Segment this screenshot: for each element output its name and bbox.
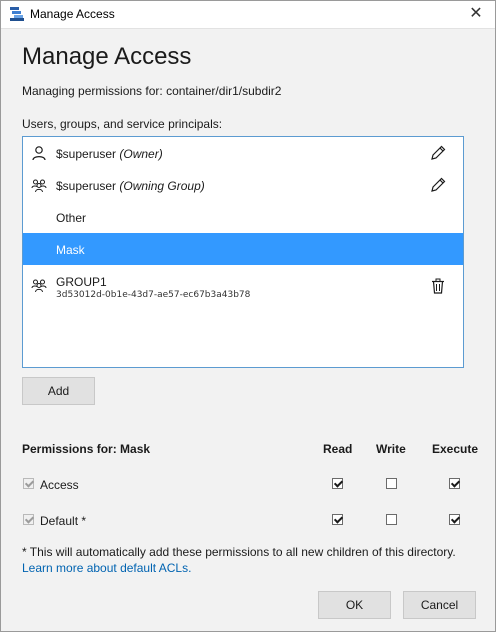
access-execute-checkbox[interactable] — [449, 478, 460, 489]
group-icon — [31, 279, 47, 293]
page-title: Manage Access — [22, 43, 192, 70]
column-write-header: Write — [376, 442, 406, 456]
access-write-checkbox[interactable] — [386, 478, 397, 489]
principals-list[interactable]: $superuser (Owner) $superuser (Owning Gr… — [22, 136, 464, 368]
principal-row-superuser-owning-group[interactable]: $superuser (Owning Group) — [23, 169, 463, 201]
principal-name: $superuser — [56, 179, 117, 193]
manage-access-dialog: Manage Access ✕ Manage Access Managing p… — [0, 0, 496, 632]
managing-path-text: Managing permissions for: container/dir1… — [22, 84, 282, 98]
storage-explorer-icon — [10, 7, 24, 21]
default-read-checkbox[interactable] — [332, 514, 343, 525]
principal-name: GROUP1 — [56, 275, 107, 289]
access-enable-checkbox[interactable] — [23, 478, 34, 489]
access-read-checkbox[interactable] — [332, 478, 343, 489]
default-write-checkbox[interactable] — [386, 514, 397, 525]
user-icon — [32, 146, 46, 161]
close-button[interactable]: ✕ — [465, 4, 487, 24]
principal-row-mask[interactable]: Mask — [23, 233, 463, 265]
default-enable-checkbox[interactable] — [23, 514, 34, 525]
default-label: Default * — [40, 514, 87, 528]
group-icon — [31, 179, 47, 193]
principal-row-superuser-owner[interactable]: $superuser (Owner) — [23, 137, 463, 169]
principal-id: 3d53012d-0b1e-43d7-ae57-ec67b3a43b78 — [56, 290, 251, 300]
principal-label: $superuser (Owning Group) — [56, 179, 205, 193]
principal-role: (Owning Group) — [119, 179, 205, 193]
default-execute-checkbox[interactable] — [449, 514, 460, 525]
column-execute-header: Execute — [432, 442, 479, 456]
principal-row-other[interactable]: Other — [23, 201, 463, 233]
close-icon: ✕ — [469, 5, 483, 22]
permissions-header: Permissions for: Mask — [22, 442, 151, 456]
edit-icon[interactable] — [429, 176, 447, 194]
principal-name: Mask — [56, 243, 85, 257]
column-read-header: Read — [323, 442, 353, 456]
add-principal-button[interactable]: Add — [22, 377, 95, 405]
title-bar: Manage Access ✕ — [1, 1, 495, 29]
learn-more-link[interactable]: Learn more about default ACLs. — [22, 561, 191, 575]
default-acl-note: * This will automatically add these perm… — [22, 545, 456, 559]
edit-icon[interactable] — [429, 144, 447, 162]
principals-label: Users, groups, and service principals: — [22, 117, 223, 131]
principal-label: $superuser (Owner) — [56, 147, 163, 161]
cancel-button[interactable]: Cancel — [403, 591, 476, 619]
principal-name: $superuser — [56, 147, 117, 161]
access-label: Access — [40, 478, 79, 492]
principal-name: Other — [56, 211, 87, 225]
principal-row-group1[interactable]: GROUP1 3d53012d-0b1e-43d7-ae57-ec67b3a43… — [23, 265, 463, 307]
delete-icon[interactable] — [429, 277, 447, 295]
window-title: Manage Access — [30, 7, 115, 21]
ok-button[interactable]: OK — [318, 591, 391, 619]
principal-role: (Owner) — [119, 147, 163, 161]
